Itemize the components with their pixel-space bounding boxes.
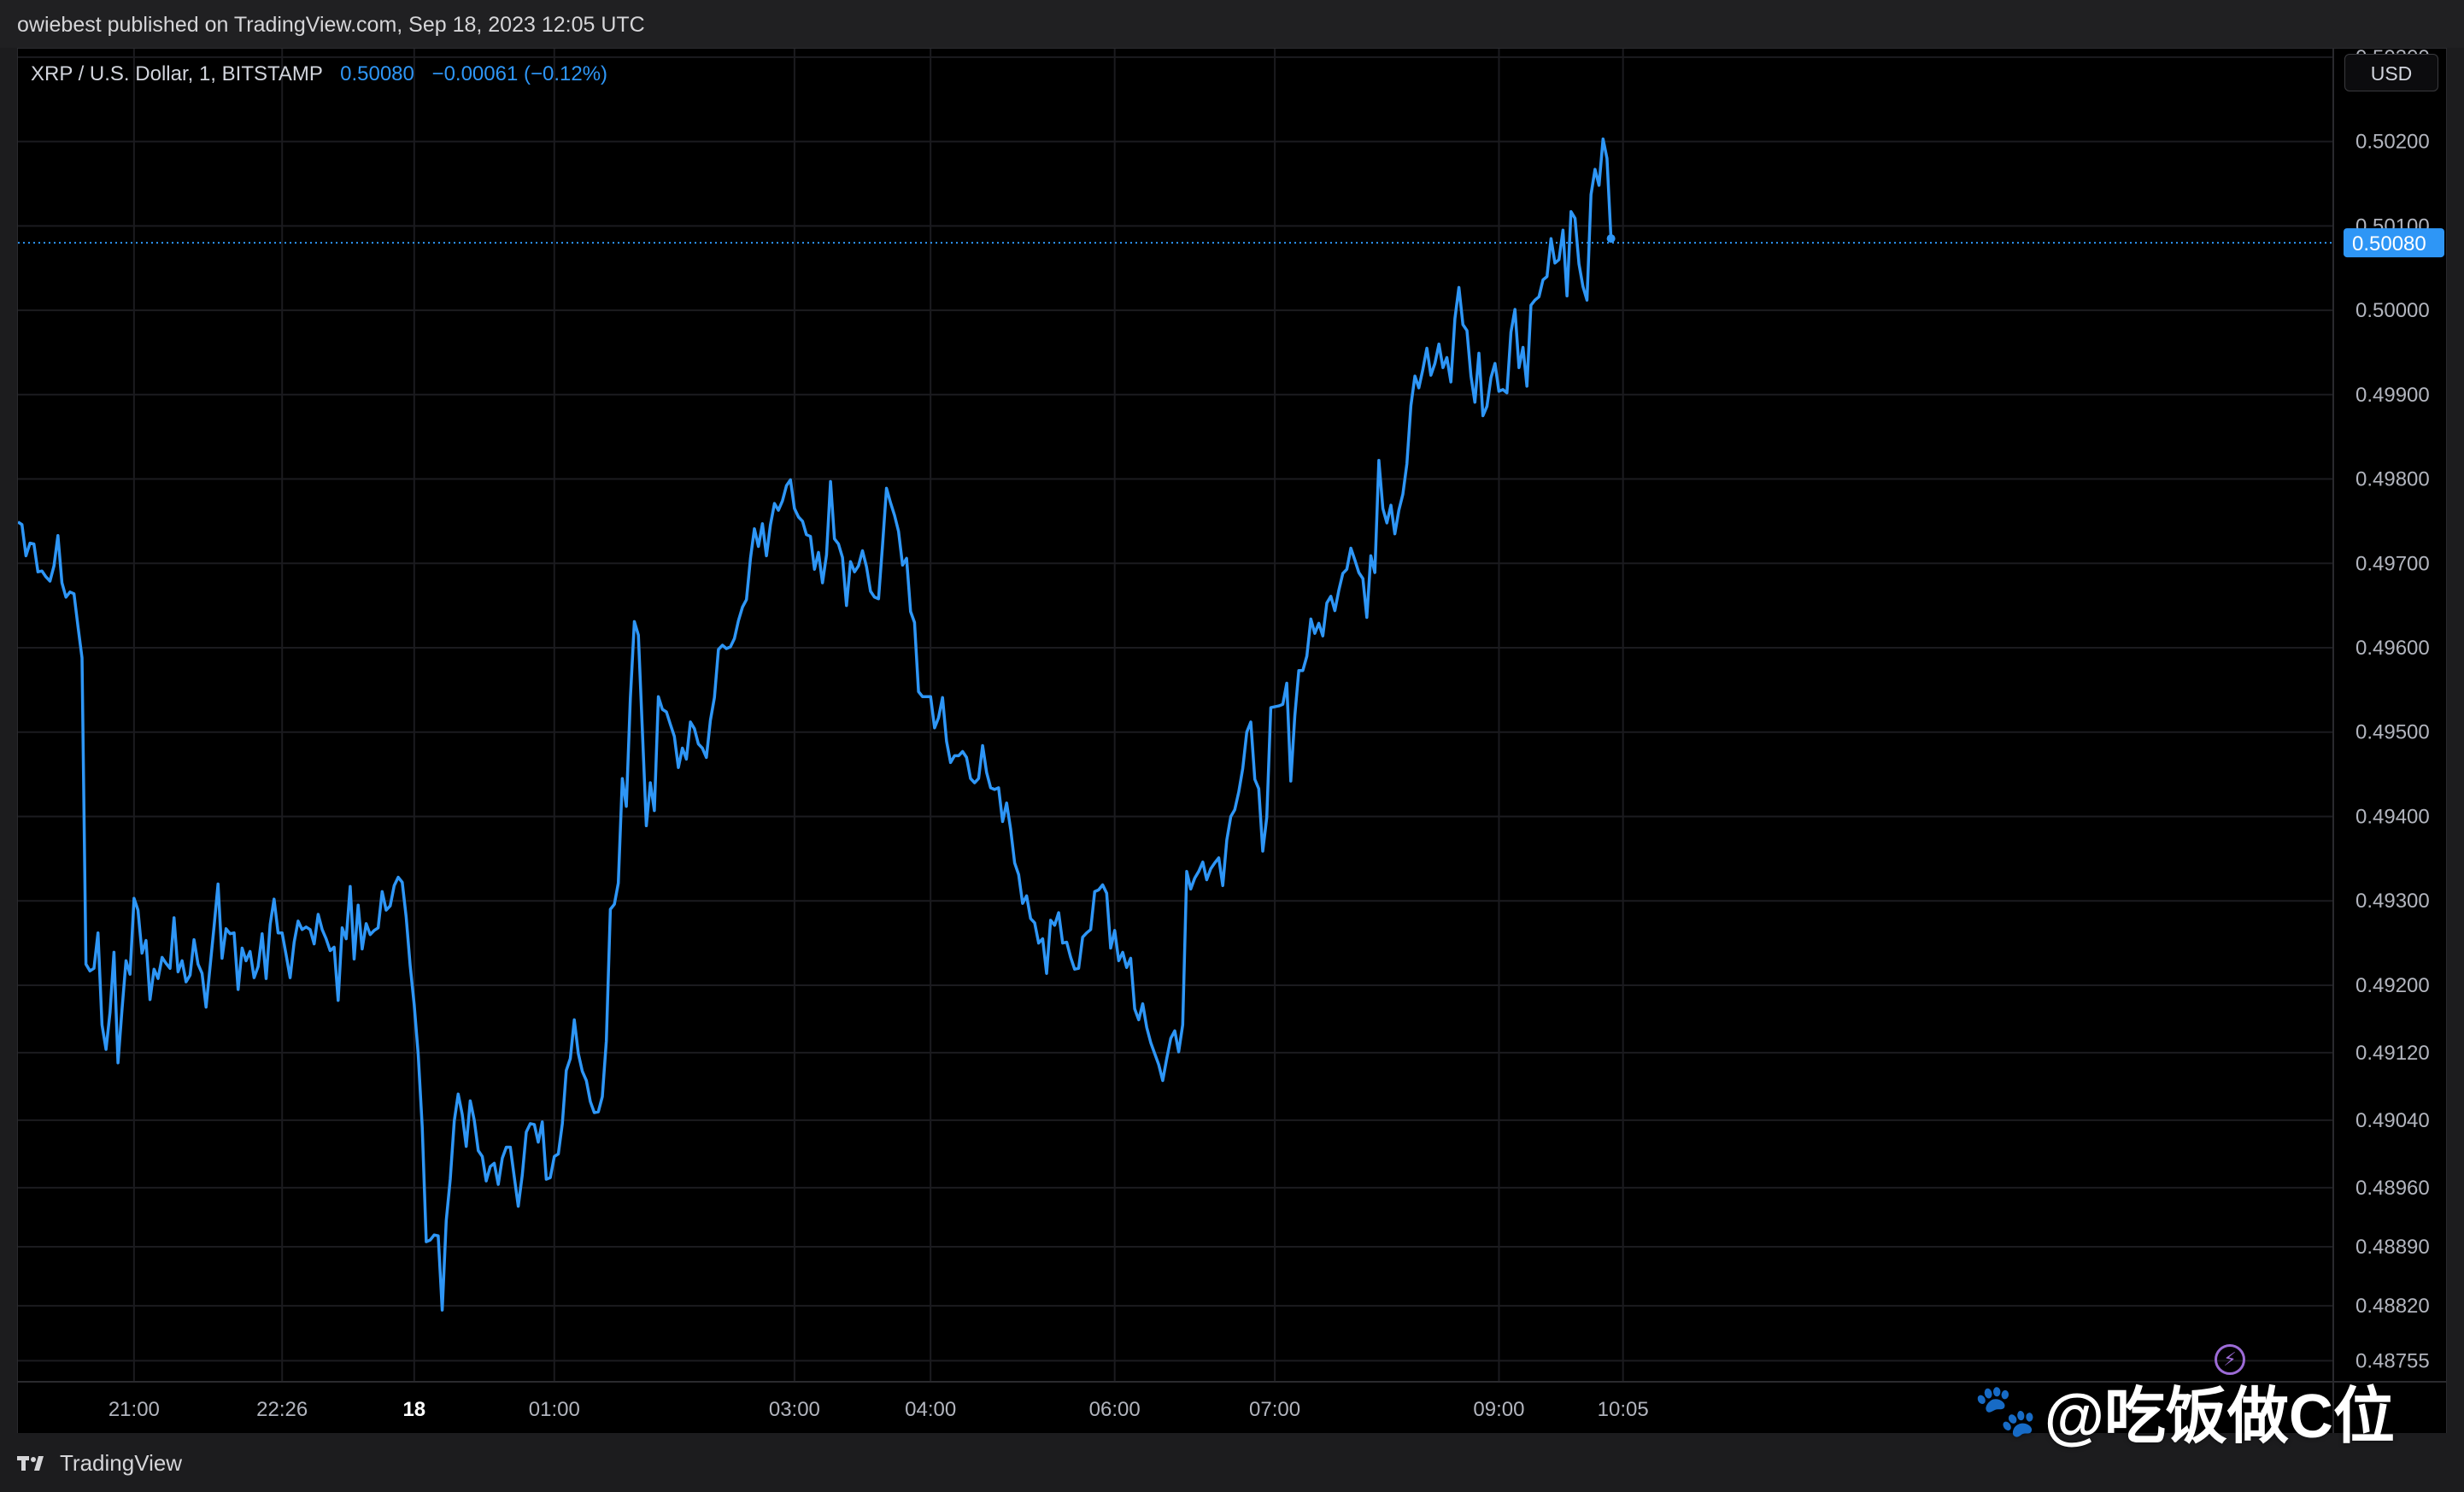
x-tick-label: 01:00 — [529, 1398, 580, 1421]
y-tick-label: 0.50200 — [2355, 131, 2430, 154]
x-tick-label: 09:00 — [1473, 1398, 1524, 1421]
watermark-text: @吃饭做C位 — [2044, 1383, 2395, 1451]
last-price: 0.50080 — [340, 62, 414, 85]
paw-icon: 🐾 — [1974, 1382, 2038, 1439]
chart-area[interactable]: 0.503000.502000.501000.500000.499000.498… — [17, 48, 2447, 1434]
symbol-legend[interactable]: XRP / U.S. Dollar, 1, BITSTAMP 0.50080 −… — [31, 62, 607, 86]
y-tick-label: 0.49700 — [2355, 552, 2430, 575]
tradingview-logo-icon — [17, 1455, 44, 1471]
x-tick-label: 10:05 — [1598, 1398, 1649, 1421]
symbol-name: XRP / U.S. Dollar, 1, BITSTAMP — [31, 62, 323, 85]
y-tick-label: 0.49500 — [2355, 721, 2430, 744]
last-price-label: 0.50080 — [2352, 232, 2426, 256]
y-tick-label: 0.49300 — [2355, 890, 2430, 913]
series-line — [18, 137, 1613, 1312]
y-tick-label: 0.49800 — [2355, 468, 2430, 491]
x-tick-label: 21:00 — [109, 1398, 160, 1421]
x-tick-label: 18 — [402, 1398, 425, 1421]
y-tick-label: 0.49400 — [2355, 805, 2430, 828]
x-tick-label: 22:26 — [256, 1398, 308, 1421]
price-chart[interactable]: 0.503000.502000.501000.500000.499000.498… — [18, 49, 2446, 1433]
x-tick-label: 04:00 — [905, 1398, 956, 1421]
y-tick-label: 0.50000 — [2355, 299, 2430, 322]
x-tick-label: 06:00 — [1089, 1398, 1141, 1421]
tradingview-logo[interactable]: TradingView — [17, 1450, 182, 1477]
y-tick-label: 0.49200 — [2355, 974, 2430, 997]
last-point-marker — [1606, 234, 1616, 244]
y-tick-label: 0.49900 — [2355, 384, 2430, 407]
x-tick-label: 03:00 — [769, 1398, 820, 1421]
x-tick-label: 07:00 — [1249, 1398, 1300, 1421]
price-change: −0.00061 (−0.12%) — [431, 62, 608, 85]
y-tick-label: 0.49120 — [2355, 1042, 2430, 1065]
y-tick-label: 0.49600 — [2355, 637, 2430, 660]
y-tick-label: 0.48890 — [2355, 1236, 2430, 1259]
y-tick-label: 0.48960 — [2355, 1177, 2430, 1200]
y-tick-label: 0.48820 — [2355, 1295, 2430, 1318]
y-tick-label: 0.49040 — [2355, 1109, 2430, 1132]
tradingview-logo-text: TradingView — [60, 1450, 183, 1476]
published-by-line: owiebest published on TradingView.com, S… — [17, 13, 645, 37]
currency-button[interactable]: USD — [2344, 54, 2438, 91]
watermark: 🐾 @吃饭做C位 — [1974, 1366, 2395, 1455]
